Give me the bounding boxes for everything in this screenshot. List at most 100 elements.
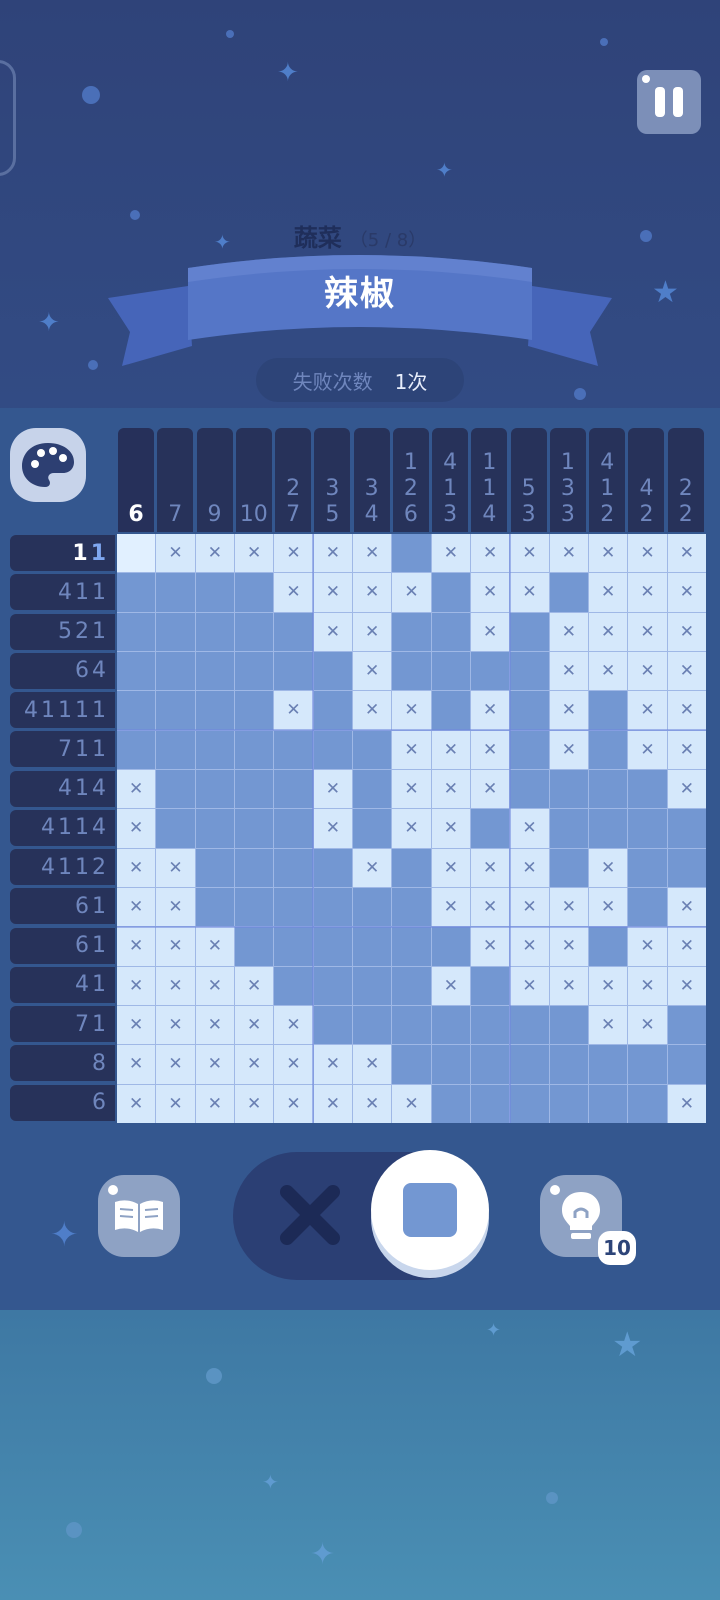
grid-cell-crossed[interactable]: ✕ [549,651,588,691]
grid-cell-crossed[interactable]: ✕ [549,730,588,769]
grid-cell-filled[interactable] [274,966,313,1005]
grid-cell-filled[interactable] [392,1045,431,1084]
grid-cell-crossed[interactable]: ✕ [117,1005,156,1045]
cross-icon[interactable] [277,1182,343,1248]
grid-cell-crossed[interactable]: ✕ [313,809,352,848]
grid-cell-crossed[interactable]: ✕ [628,612,667,651]
grid-cell-filled[interactable] [470,1005,510,1045]
grid-cell-filled[interactable] [234,848,274,887]
grid-cell-crossed[interactable]: ✕ [628,966,667,1005]
grid-cell-filled[interactable] [549,1005,588,1045]
grid-cell-crossed[interactable]: ✕ [510,809,549,848]
grid-cell-filled[interactable] [588,691,628,730]
guide-book-button[interactable] [98,1175,180,1257]
grid-cell-crossed[interactable]: ✕ [274,691,313,730]
grid-cell-filled[interactable] [549,573,588,612]
grid-cell-crossed[interactable]: ✕ [431,730,470,769]
grid-cell-crossed[interactable]: ✕ [352,691,392,730]
grid-cell-filled[interactable] [628,1084,667,1123]
grid-cell-filled[interactable] [588,769,628,809]
grid-cell-crossed[interactable]: ✕ [470,691,510,730]
grid-cell-crossed[interactable]: ✕ [117,848,156,887]
grid-cell-crossed[interactable]: ✕ [195,1005,234,1045]
grid-cell-filled[interactable] [510,1045,549,1084]
grid-cell-filled[interactable] [313,966,352,1005]
grid-cell-crossed[interactable]: ✕ [195,927,234,966]
grid-cell-crossed[interactable]: ✕ [588,573,628,612]
grid-cell-crossed[interactable]: ✕ [510,927,549,966]
grid-cell-filled[interactable] [470,1045,510,1084]
grid-cell-filled[interactable] [313,887,352,927]
grid-cell-crossed[interactable]: ✕ [352,1084,392,1123]
grid-cell-crossed[interactable]: ✕ [274,534,313,573]
grid-cell-crossed[interactable]: ✕ [510,887,549,927]
grid-cell-filled[interactable] [234,809,274,848]
grid-cell-crossed[interactable]: ✕ [667,534,706,573]
grid-cell-crossed[interactable]: ✕ [588,534,628,573]
grid-cell-filled[interactable] [195,612,234,651]
grid-cell-filled[interactable] [392,966,431,1005]
grid-cell-filled[interactable] [195,848,234,887]
grid-cell-crossed[interactable]: ✕ [549,966,588,1005]
grid-cell-selected[interactable] [117,534,156,573]
grid-cell-filled[interactable] [510,1005,549,1045]
grid-cell-crossed[interactable]: ✕ [352,848,392,887]
grid-cell-crossed[interactable]: ✕ [352,534,392,573]
grid-cell-crossed[interactable]: ✕ [588,887,628,927]
grid-cell-filled[interactable] [156,573,195,612]
grid-cell-filled[interactable] [274,848,313,887]
grid-cell-crossed[interactable]: ✕ [234,1005,274,1045]
grid-cell-filled[interactable] [352,769,392,809]
grid-cell-crossed[interactable]: ✕ [549,534,588,573]
grid-cell-filled[interactable] [510,769,549,809]
grid-cell-crossed[interactable]: ✕ [195,966,234,1005]
grid-cell-filled[interactable] [352,927,392,966]
grid-cell-crossed[interactable]: ✕ [431,848,470,887]
grid-cell-crossed[interactable]: ✕ [510,848,549,887]
hint-button[interactable]: 10 [540,1175,636,1265]
grid-cell-crossed[interactable]: ✕ [667,573,706,612]
grid-cell-filled[interactable] [392,651,431,691]
grid-cell-crossed[interactable]: ✕ [588,966,628,1005]
grid-cell-filled[interactable] [392,927,431,966]
grid-cell-crossed[interactable]: ✕ [588,651,628,691]
grid-cell-filled[interactable] [195,769,234,809]
grid-cell-crossed[interactable]: ✕ [667,927,706,966]
grid-cell-crossed[interactable]: ✕ [313,534,352,573]
grid-cell-filled[interactable] [313,730,352,769]
grid-cell-filled[interactable] [234,769,274,809]
grid-cell-crossed[interactable]: ✕ [117,1045,156,1084]
grid-cell-filled[interactable] [392,1005,431,1045]
grid-cell-filled[interactable] [431,691,470,730]
grid-cell-filled[interactable] [117,573,156,612]
grid-cell-crossed[interactable]: ✕ [667,769,706,809]
grid-cell-filled[interactable] [352,1005,392,1045]
grid-cell-crossed[interactable]: ✕ [156,887,195,927]
grid-cell-filled[interactable] [392,534,431,573]
grid-cell-filled[interactable] [156,730,195,769]
grid-cell-crossed[interactable]: ✕ [667,1084,706,1123]
grid-cell-crossed[interactable]: ✕ [156,534,195,573]
grid-cell-crossed[interactable]: ✕ [392,730,431,769]
grid-cell-filled[interactable] [274,769,313,809]
grid-cell-crossed[interactable]: ✕ [470,927,510,966]
fill-mode-knob[interactable] [371,1150,489,1270]
grid-cell-crossed[interactable]: ✕ [667,730,706,769]
grid-cell-filled[interactable] [274,730,313,769]
grid-cell-filled[interactable] [156,691,195,730]
grid-cell-crossed[interactable]: ✕ [588,612,628,651]
grid-cell-crossed[interactable]: ✕ [667,691,706,730]
grid-cell-filled[interactable] [195,730,234,769]
grid-cell-crossed[interactable]: ✕ [628,573,667,612]
grid-cell-crossed[interactable]: ✕ [156,966,195,1005]
grid-cell-filled[interactable] [431,1084,470,1123]
grid-cell-crossed[interactable]: ✕ [628,534,667,573]
grid-cell-filled[interactable] [549,1045,588,1084]
grid-cell-filled[interactable] [628,809,667,848]
grid-cell-filled[interactable] [274,651,313,691]
grid-cell-filled[interactable] [667,1005,706,1045]
grid-cell-crossed[interactable]: ✕ [549,887,588,927]
grid-cell-crossed[interactable]: ✕ [313,612,352,651]
grid-cell-crossed[interactable]: ✕ [628,651,667,691]
grid-cell-filled[interactable] [352,887,392,927]
